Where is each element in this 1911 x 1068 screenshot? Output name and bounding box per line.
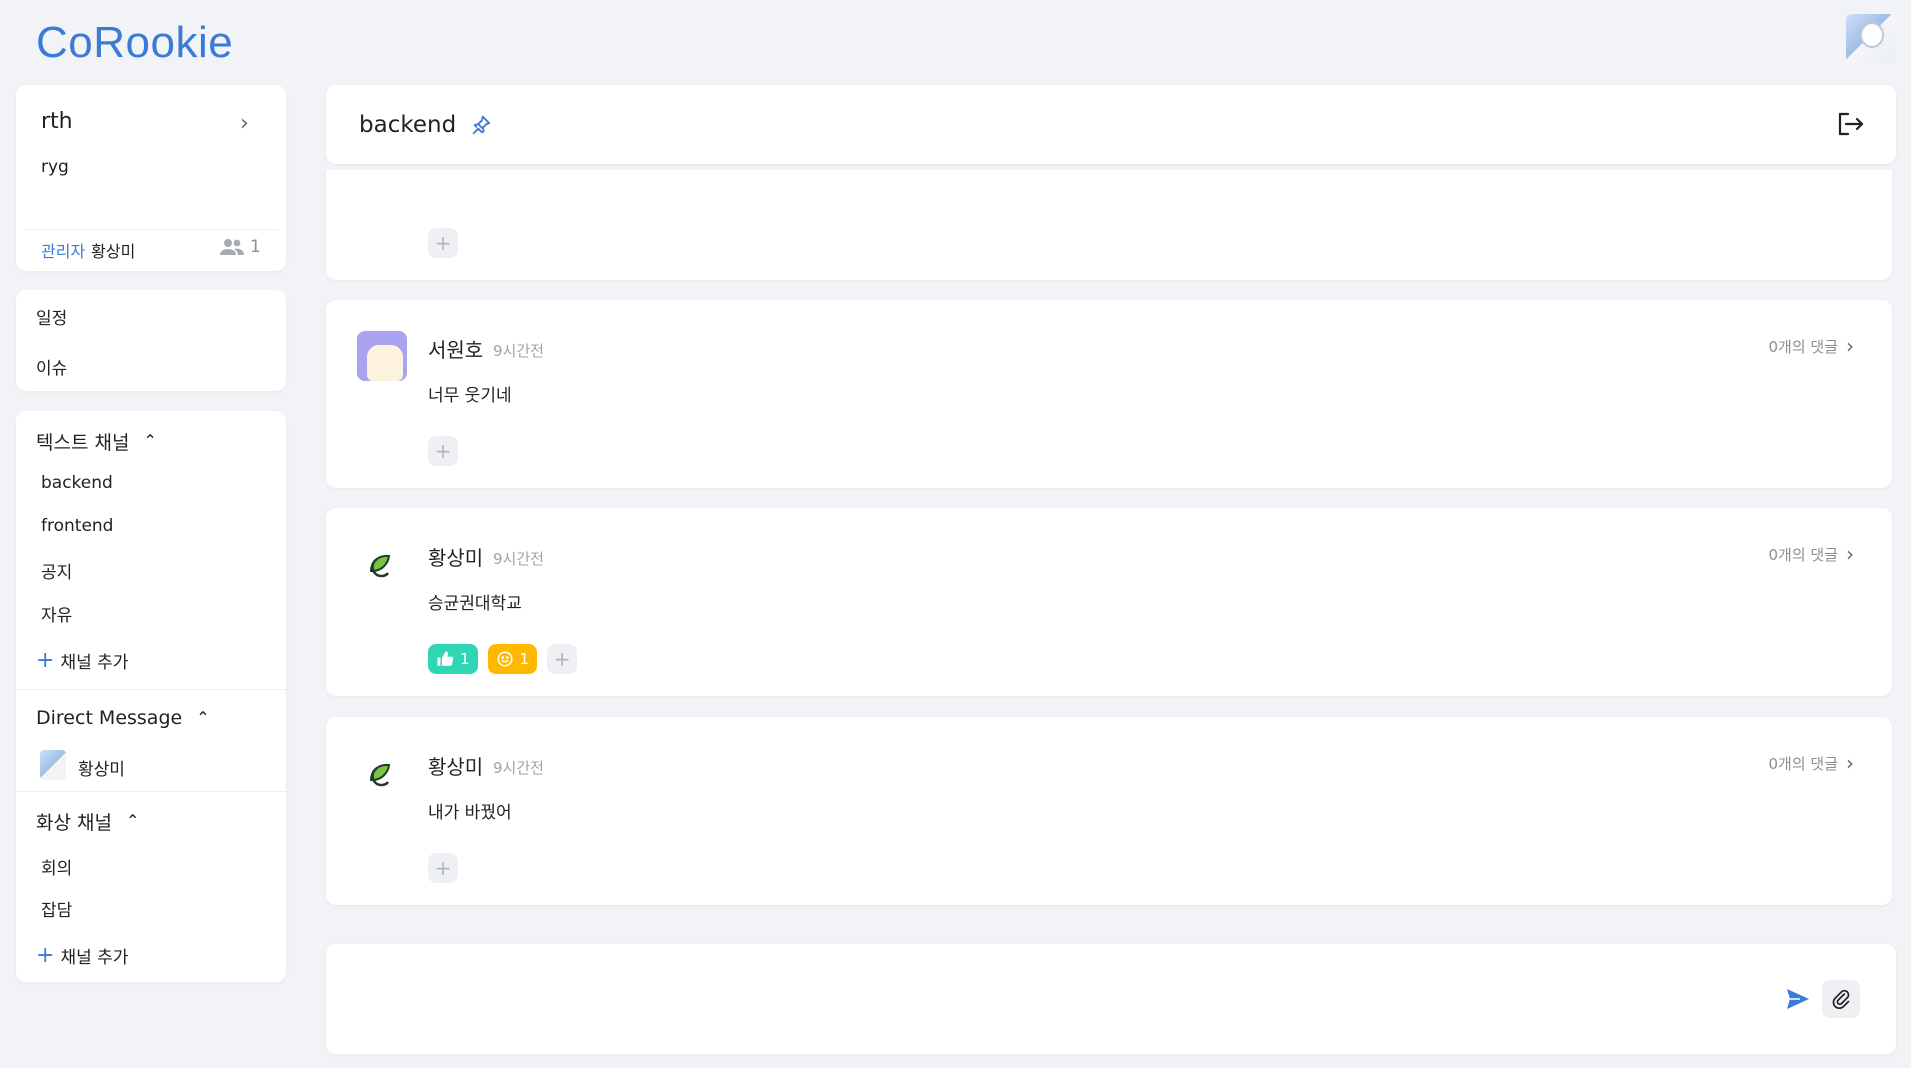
video-channel-chat[interactable]: 잡담: [41, 896, 72, 921]
channel-item-free[interactable]: 자유: [41, 601, 72, 626]
message-text: 내가 바꿨어: [428, 803, 512, 823]
add-reaction-button[interactable]: +: [547, 644, 578, 674]
dm-avatar: [40, 750, 66, 780]
message-card: 서원호 9시간전 너무 웃기네 0개의 댓글 › +: [326, 300, 1892, 488]
chevron-up-icon[interactable]: ⌃: [126, 811, 139, 830]
workspace-name[interactable]: rth: [41, 109, 73, 134]
channel-item-backend[interactable]: backend: [41, 473, 113, 493]
comments-link[interactable]: 0개의 댓글 ›: [1768, 334, 1854, 358]
add-reaction-button[interactable]: +: [428, 853, 458, 883]
reaction-smile[interactable]: 1: [487, 644, 538, 674]
chevron-right-icon: ›: [1846, 334, 1854, 358]
add-reaction-button[interactable]: +: [428, 436, 458, 466]
admin-name: 황상미: [91, 242, 136, 261]
channels-card: 텍스트 채널 ⌃ backend frontend 공지 자유 + 채널 추가 …: [16, 411, 286, 982]
admin-role-label: 관리자: [41, 242, 86, 261]
message-time: 9시간전: [493, 342, 544, 360]
app-logo[interactable]: CoRookie: [36, 18, 233, 68]
comments-link[interactable]: 0개의 댓글 ›: [1768, 542, 1854, 566]
comments-count: 0개의 댓글: [1768, 545, 1838, 564]
add-video-channel-label: 채널 추가: [60, 948, 129, 968]
chevron-right-icon[interactable]: ›: [240, 111, 249, 136]
video-channel-meeting[interactable]: 회의: [41, 854, 72, 879]
message-composer[interactable]: [326, 944, 1896, 1054]
smile-icon: [497, 651, 513, 667]
text-channels-header[interactable]: 텍스트 채널 ⌃: [36, 428, 157, 455]
channel-title: backend: [359, 112, 457, 138]
chevron-up-icon[interactable]: ⌃: [196, 708, 209, 727]
send-icon[interactable]: [1786, 988, 1810, 1010]
attach-button[interactable]: [1822, 980, 1860, 1018]
exit-icon[interactable]: [1836, 111, 1864, 137]
comments-count: 0개의 댓글: [1768, 337, 1838, 356]
author-avatar: [369, 554, 391, 578]
text-channels-title: 텍스트 채널: [36, 432, 130, 454]
reaction-row: +: [428, 436, 458, 466]
divider: [24, 229, 278, 230]
people-icon: [220, 239, 244, 255]
video-channels-header[interactable]: 화상 채널 ⌃: [36, 808, 139, 835]
workspace-admin: 관리자 황상미: [41, 238, 135, 262]
thumbs-up-icon: [437, 651, 454, 666]
user-avatar[interactable]: [1846, 14, 1896, 64]
reaction-row: +: [428, 853, 458, 883]
plus-icon: +: [36, 942, 55, 968]
chevron-right-icon: ›: [1846, 751, 1854, 775]
message-author: 황상미: [428, 546, 484, 570]
add-text-channel-label: 채널 추가: [60, 653, 129, 673]
add-video-channel-button[interactable]: + 채널 추가: [36, 943, 128, 968]
dm-item-hwangsangmi[interactable]: 황상미: [78, 755, 125, 780]
menu-card: 일정 이슈: [16, 290, 286, 391]
reaction-row: 1 1 +: [428, 644, 578, 674]
add-reaction-button[interactable]: +: [428, 228, 458, 258]
member-count-value: 1: [250, 237, 261, 257]
comments-count: 0개의 댓글: [1768, 754, 1838, 773]
paperclip-icon: [1832, 989, 1850, 1009]
message-text: 너무 웃기네: [428, 386, 512, 406]
channel-item-frontend[interactable]: frontend: [41, 516, 113, 536]
comments-link[interactable]: 0개의 댓글 ›: [1768, 751, 1854, 775]
divider: [16, 689, 286, 690]
message-card-partial: +: [326, 170, 1892, 280]
message-time: 9시간전: [493, 550, 544, 568]
direct-message-title: Direct Message: [36, 707, 183, 729]
message-time: 9시간전: [493, 759, 544, 777]
chevron-right-icon: ›: [1846, 542, 1854, 566]
workspace-description: ryg: [41, 157, 69, 177]
member-count[interactable]: 1: [220, 237, 261, 257]
chevron-up-icon[interactable]: ⌃: [143, 431, 156, 450]
message-text: 승균권대학교: [428, 594, 522, 614]
add-text-channel-button[interactable]: + 채널 추가: [36, 648, 128, 673]
reaction-count: 1: [460, 650, 470, 668]
author-avatar: [369, 763, 391, 787]
pin-icon[interactable]: [470, 114, 492, 136]
message-author: 서원호: [428, 338, 484, 362]
reaction-count: 1: [519, 650, 530, 668]
channel-item-notice[interactable]: 공지: [41, 558, 72, 583]
video-channels-title: 화상 채널: [36, 812, 112, 834]
direct-message-header[interactable]: Direct Message ⌃: [36, 707, 210, 729]
reaction-thumbs-up[interactable]: 1: [428, 644, 478, 674]
plus-icon: +: [36, 647, 55, 673]
message-card: 황상미 9시간전 승균권대학교 0개의 댓글 › 1 1 +: [326, 508, 1892, 696]
divider: [16, 791, 286, 792]
channel-header: backend: [326, 85, 1896, 164]
reaction-row: +: [428, 228, 458, 258]
menu-item-schedule[interactable]: 일정: [36, 304, 67, 329]
author-avatar: [357, 331, 407, 381]
menu-item-issue[interactable]: 이슈: [36, 354, 67, 379]
workspace-card: rth › ryg 관리자 황상미 1: [16, 85, 286, 271]
message-author: 황상미: [428, 755, 484, 779]
message-card: 황상미 9시간전 내가 바꿨어 0개의 댓글 › +: [326, 717, 1892, 905]
